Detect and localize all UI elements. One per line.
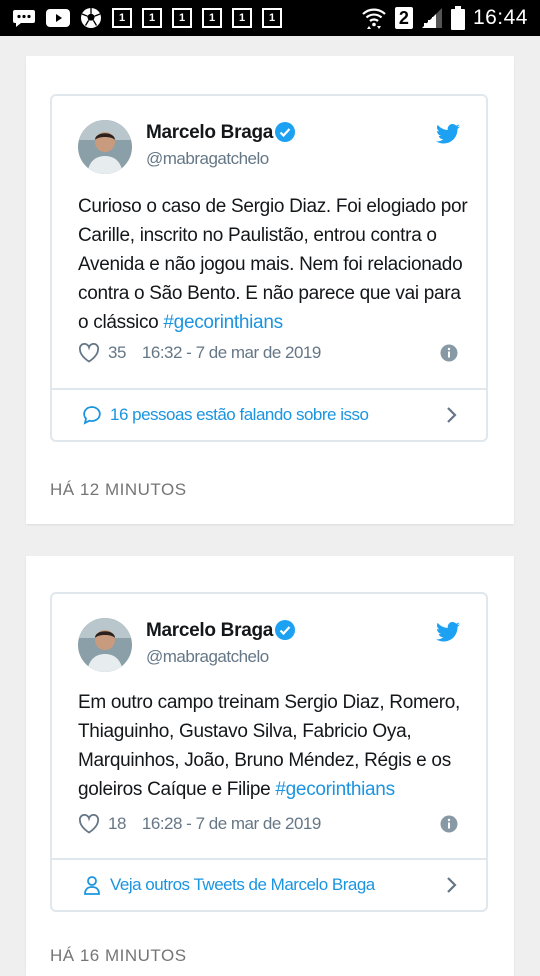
notification-icons: 1 1 1 1 1 1 (0, 7, 282, 29)
wifi-icon (361, 6, 387, 30)
embedded-tweet[interactable]: Marcelo Braga @mabragatchelo Em outro ca… (50, 592, 488, 912)
verified-badge-icon (274, 121, 296, 143)
like-count[interactable]: 18 (108, 814, 126, 834)
conversation-link-label[interactable]: 16 pessoas estão falando sobre isso (110, 405, 369, 425)
time-ago-label: HÁ 16 MINUTOS (50, 946, 187, 965)
app-notification-icon: 1 (172, 8, 192, 28)
twitter-bird-icon[interactable] (436, 621, 460, 642)
hashtag-link[interactable]: #gecorinthians (275, 779, 395, 800)
time-ago-label: HÁ 12 MINUTOS (50, 480, 187, 499)
author-name[interactable]: Marcelo Braga (146, 620, 273, 642)
soccer-ball-icon (80, 7, 102, 29)
clock: 16:44 (472, 6, 528, 29)
battery-icon (450, 6, 465, 30)
tweet-timestamp[interactable]: 16:28 - 7 de mar de 2019 (142, 814, 321, 834)
sim-slot-badge: 2 (394, 7, 413, 29)
heart-icon[interactable] (78, 343, 100, 363)
app-notification-icon: 1 (232, 8, 252, 28)
app-notification-icon: 1 (112, 8, 132, 28)
app-notification-icon: 1 (202, 8, 222, 28)
tweet-meta: 18 16:28 - 7 de mar de 2019 (78, 814, 458, 834)
signal-icon (421, 7, 443, 29)
twitter-bird-icon[interactable] (436, 123, 460, 144)
avatar[interactable] (78, 120, 132, 174)
chevron-right-icon (446, 406, 458, 424)
heart-icon[interactable] (78, 814, 100, 834)
author-handle[interactable]: @mabragatchelo (146, 149, 269, 169)
embedded-tweet[interactable]: Marcelo Braga @mabragatchelo Curioso o c… (50, 94, 488, 442)
tweet-timestamp[interactable]: 16:32 - 7 de mar de 2019 (142, 343, 321, 363)
conversation-link[interactable]: 16 pessoas estão falando sobre isso (52, 388, 486, 440)
person-icon (82, 875, 102, 895)
system-icons: 2 16:44 (361, 6, 540, 30)
author-handle[interactable]: @mabragatchelo (146, 647, 269, 667)
verified-badge-icon (274, 619, 296, 641)
comment-bubble-icon (82, 405, 102, 425)
status-bar: 1 1 1 1 1 1 2 16:44 (0, 0, 540, 36)
author-name[interactable]: Marcelo Braga (146, 122, 273, 144)
news-item-card: Marcelo Braga @mabragatchelo Em outro ca… (26, 556, 514, 976)
like-count[interactable]: 35 (108, 343, 126, 363)
tweet-body: Em outro campo treinam Sergio Diaz, Rome… (78, 692, 461, 800)
tweet-text: Em outro campo treinam Sergio Diaz, Rome… (78, 688, 468, 804)
chat-bubble-icon (12, 8, 36, 28)
hashtag-link[interactable]: #gecorinthians (163, 312, 283, 333)
chevron-right-icon (446, 876, 458, 894)
avatar[interactable] (78, 618, 132, 672)
youtube-icon (46, 9, 70, 27)
tweet-meta: 35 16:32 - 7 de mar de 2019 (78, 343, 458, 363)
news-item-card: Marcelo Braga @mabragatchelo Curioso o c… (26, 56, 514, 524)
tweet-text: Curioso o caso de Sergio Diaz. Foi elogi… (78, 192, 468, 337)
app-notification-icon: 1 (142, 8, 162, 28)
more-tweets-link-label[interactable]: Veja outros Tweets de Marcelo Braga (110, 875, 375, 895)
info-icon[interactable] (440, 344, 458, 362)
more-tweets-link[interactable]: Veja outros Tweets de Marcelo Braga (52, 858, 486, 910)
info-icon[interactable] (440, 815, 458, 833)
app-notification-icon: 1 (262, 8, 282, 28)
